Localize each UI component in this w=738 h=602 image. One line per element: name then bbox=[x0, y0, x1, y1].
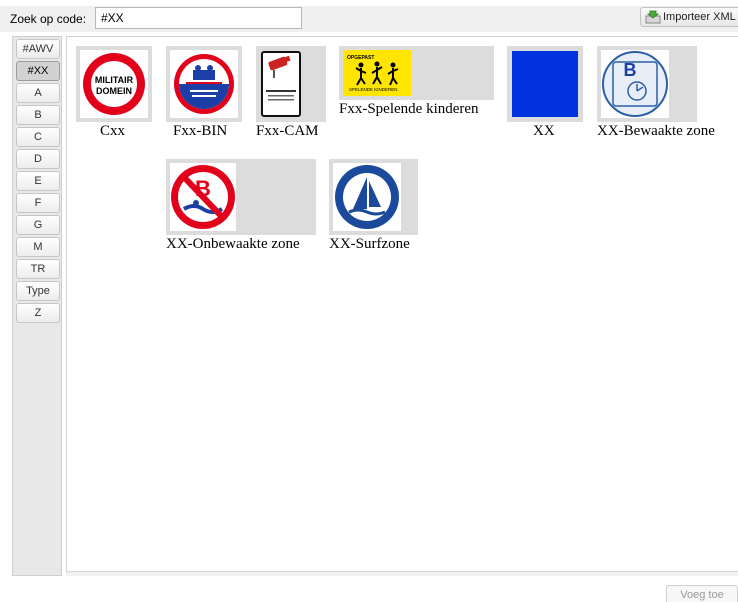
search-input[interactable] bbox=[95, 7, 302, 29]
gallery-bottom-bar bbox=[66, 571, 738, 576]
tab-g[interactable]: G bbox=[16, 215, 60, 235]
surf-zone-sign-icon bbox=[333, 163, 401, 231]
tab-tr[interactable]: TR bbox=[16, 259, 60, 279]
sign-code-label: XX-Surfzone bbox=[329, 236, 410, 252]
bin-sign-icon bbox=[170, 50, 238, 118]
import-icon bbox=[645, 10, 661, 24]
sign-thumbnail: OPGEPAST SPELENDE KINDEREN bbox=[339, 46, 494, 100]
sign-text-line-1: OPGEPAST bbox=[347, 55, 374, 61]
sign-code-label: Fxx-BIN bbox=[173, 123, 228, 139]
sign-item-xx-surfzone[interactable]: XX-Surfzone bbox=[329, 159, 429, 255]
sign-item-xx-bewaakte-zone[interactable]: B XX-Bewaakte zone bbox=[597, 46, 738, 142]
tab-a[interactable]: A bbox=[16, 83, 60, 103]
sign-thumbnail bbox=[329, 159, 418, 235]
sign-thumbnail bbox=[256, 46, 326, 122]
sign-item-fxx-cam[interactable]: Fxx-CAM bbox=[256, 46, 332, 142]
sign-code-label: XX bbox=[533, 123, 555, 139]
tab-z[interactable]: Z bbox=[16, 303, 60, 323]
search-toolbar: Zoek op code: Importeer XML bbox=[0, 6, 738, 32]
sign-item-cxx[interactable]: MILITAIR DOMEIN Cxx bbox=[76, 46, 152, 142]
tab-d[interactable]: D bbox=[16, 149, 60, 169]
sign-thumbnail bbox=[507, 46, 583, 122]
sign-code-label: XX-Bewaakte zone bbox=[597, 123, 715, 139]
camera-sign-icon bbox=[261, 51, 301, 117]
unguarded-zone-sign-icon: B bbox=[170, 163, 236, 231]
playing-children-sign-icon: OPGEPAST SPELENDE KINDEREN bbox=[343, 50, 411, 96]
import-xml-label: Importeer XML bbox=[663, 11, 736, 23]
tab-c[interactable]: C bbox=[16, 127, 60, 147]
tab-f[interactable]: F bbox=[16, 193, 60, 213]
sign-thumbnail: B bbox=[597, 46, 697, 122]
tab-awv[interactable]: #AWV bbox=[16, 39, 60, 59]
sign-item-xx[interactable]: XX bbox=[507, 46, 583, 142]
blue-square-icon bbox=[512, 51, 578, 117]
military-domain-sign-icon: MILITAIR DOMEIN bbox=[80, 50, 148, 118]
sign-code-label: Fxx-Spelende kinderen bbox=[339, 101, 479, 117]
search-label: Zoek op code: bbox=[10, 12, 87, 26]
sign-code-label: Cxx bbox=[100, 123, 126, 139]
sign-item-xx-onbewaakte-zone[interactable]: B XX-Onbewaakte zone bbox=[166, 159, 326, 255]
add-button[interactable]: Voeg toe bbox=[666, 585, 738, 602]
sign-picker-window: Zoek op code: Importeer XML #AWV #XX A B… bbox=[0, 0, 738, 602]
sign-code-label: Fxx-CAM bbox=[256, 123, 319, 139]
sign-code-label: XX-Onbewaakte zone bbox=[166, 236, 300, 252]
tab-b[interactable]: B bbox=[16, 105, 60, 125]
tab-type[interactable]: Type bbox=[16, 281, 60, 301]
sign-thumbnail: MILITAIR DOMEIN bbox=[76, 46, 152, 122]
tab-e[interactable]: E bbox=[16, 171, 60, 191]
sign-text-line-2: SPELENDE KINDEREN bbox=[349, 87, 398, 92]
sign-thumbnail bbox=[166, 46, 242, 122]
sign-text-line-1: MILITAIR bbox=[95, 75, 134, 85]
guarded-zone-sign-icon: B bbox=[601, 50, 669, 118]
category-tab-list: #AWV #XX A B C D E F G M TR Type Z bbox=[12, 36, 62, 576]
sign-thumbnail: B bbox=[166, 159, 316, 235]
tab-m[interactable]: M bbox=[16, 237, 60, 257]
tab-xx[interactable]: #XX bbox=[16, 61, 60, 81]
sign-text-line-2: DOMEIN bbox=[96, 86, 132, 96]
sign-item-fxx-spelende-kinderen[interactable]: OPGEPAST SPELENDE KINDEREN Fxx-Spelende … bbox=[339, 46, 499, 126]
sign-item-fxx-bin[interactable]: Fxx-BIN bbox=[166, 46, 242, 142]
import-xml-button[interactable]: Importeer XML bbox=[640, 7, 738, 27]
sign-letter: B bbox=[624, 60, 637, 80]
